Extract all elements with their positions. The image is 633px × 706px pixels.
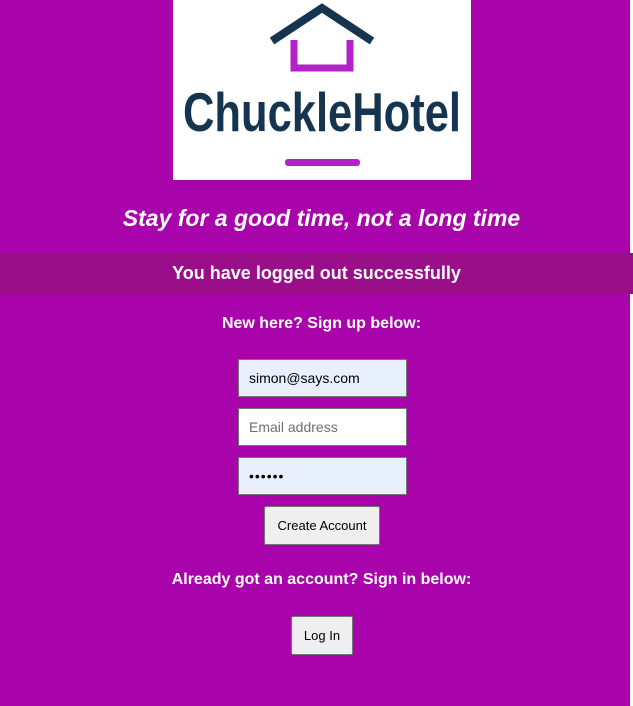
signup-email-field[interactable] bbox=[238, 359, 407, 397]
status-message: You have logged out successfully bbox=[172, 263, 461, 283]
tagline: Stay for a good time, not a long time bbox=[122, 205, 521, 231]
logo-wordmark: ChuckleHotel bbox=[183, 81, 461, 143]
page-background: ChuckleHotel Stay for a good time, not a… bbox=[0, 0, 633, 706]
hotel-logo-icon: ChuckleHotel bbox=[183, 3, 461, 166]
password-field[interactable] bbox=[238, 457, 407, 495]
email-address-field[interactable] bbox=[238, 408, 407, 446]
signup-heading: New here? Sign up below: bbox=[221, 315, 422, 332]
logo: ChuckleHotel bbox=[173, 0, 471, 180]
create-account-button[interactable]: Create Account bbox=[264, 506, 380, 545]
logout-status-banner: You have logged out successfully bbox=[0, 253, 633, 294]
signin-heading: Already got an account? Sign in below: bbox=[171, 571, 472, 588]
log-in-button[interactable]: Log In bbox=[291, 616, 353, 655]
